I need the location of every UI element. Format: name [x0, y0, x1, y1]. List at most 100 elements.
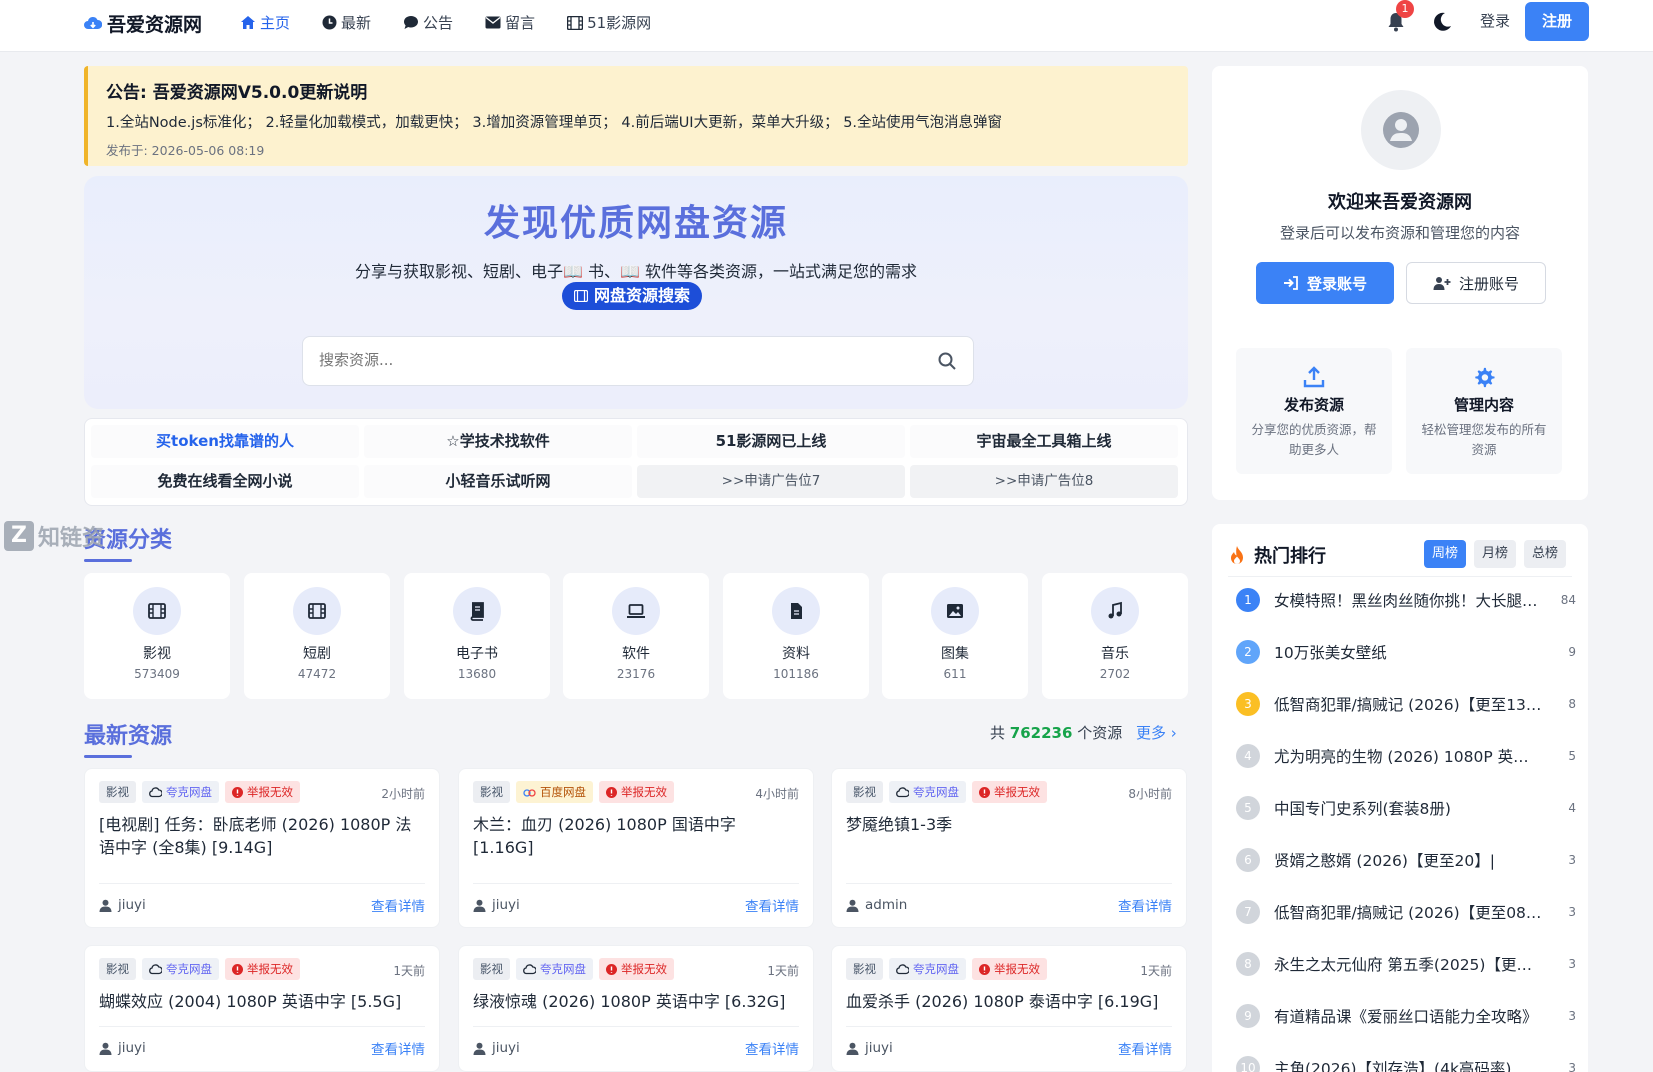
- alert-icon: [606, 963, 617, 975]
- login-account-button[interactable]: 登录账号: [1256, 262, 1394, 304]
- moon-icon[interactable]: [1430, 10, 1454, 34]
- view-detail-link[interactable]: 查看详情: [371, 1038, 425, 1058]
- total-count: 共 762236 个资源: [990, 722, 1122, 743]
- category-icon-circle: [931, 587, 979, 635]
- tab-monthly[interactable]: 月榜: [1474, 540, 1517, 568]
- tab-weekly[interactable]: 周榜: [1424, 540, 1467, 568]
- category-card[interactable]: 影视 573409: [84, 573, 230, 699]
- nav-label: 主页: [260, 14, 291, 32]
- publish-resource-card[interactable]: 发布资源 分享您的优质资源，帮助更多人: [1236, 348, 1392, 474]
- resource-title[interactable]: [电视剧] 任务：卧底老师 (2026) 1080P 法语中字 (全8集) [9…: [99, 813, 427, 859]
- report-tag[interactable]: 举报无效: [225, 781, 300, 803]
- resource-card[interactable]: 影视 夸克网盘 举报无效 8小时前 梦魇绝镇1-3季 admin 查看详情: [831, 768, 1187, 928]
- ad-slot-link[interactable]: >>申请广告位8: [910, 465, 1178, 498]
- ranking-item[interactable]: 2 10万张美女壁纸 9: [1236, 640, 1576, 664]
- rank-count: 3: [1568, 1009, 1576, 1023]
- view-detail-link[interactable]: 查看详情: [371, 895, 425, 915]
- nav-item-home[interactable]: 主页: [240, 12, 290, 33]
- report-tag[interactable]: 举报无效: [599, 781, 674, 803]
- resource-card[interactable]: 影视 百度网盘 举报无效 4小时前 木兰：血刃 (2026) 1080P 国语中…: [458, 768, 814, 928]
- category-card[interactable]: 软件 23176: [563, 573, 709, 699]
- report-tag[interactable]: 举报无效: [972, 781, 1047, 803]
- more-link[interactable]: 更多 ›: [1136, 722, 1177, 743]
- resource-time: 4小时前: [755, 787, 799, 801]
- resource-title[interactable]: 梦魇绝镇1-3季: [846, 813, 1174, 836]
- quick-link[interactable]: 51影源网已上线: [637, 425, 905, 458]
- category-card[interactable]: 电子书 13680: [404, 573, 550, 699]
- report-label: 举报无效: [994, 962, 1040, 976]
- resource-title[interactable]: 蝴蝶效应 (2004) 1080P 英语中字 [5.5G]: [99, 990, 427, 1013]
- resource-title[interactable]: 绿液惊魂 (2026) 1080P 英语中字 [6.32G]: [473, 990, 801, 1013]
- ranking-item[interactable]: 6 贤婿之憨婿 (2026)【更至20】| 3: [1236, 848, 1576, 872]
- resource-card[interactable]: 影视 夸克网盘 举报无效 1天前 蝴蝶效应 (2004) 1080P 英语中字 …: [84, 945, 440, 1072]
- rank-number: 8: [1236, 952, 1260, 976]
- ranking-item[interactable]: 4 尤为明亮的生物 (2026) 1080P 英语中字 5: [1236, 744, 1576, 768]
- nav-item-51yingyuan[interactable]: 51影源网: [567, 12, 651, 33]
- ranking-item[interactable]: 10 主角(2026)【刘存浩】(4k高码率) 3: [1236, 1056, 1576, 1072]
- tab-total[interactable]: 总榜: [1524, 540, 1567, 568]
- netdisk-search-pill[interactable]: 网盘资源搜索: [562, 282, 703, 310]
- register-button[interactable]: 注册: [1525, 2, 1589, 41]
- hero-subtitle: 分享与获取影视、短剧、电子📖 书、📖 软件等各类资源，一站式满足您的需求: [354, 262, 918, 281]
- author-name: jiuyi: [118, 897, 146, 913]
- feature-desc: 分享您的优质资源，帮助更多人: [1251, 422, 1377, 457]
- nav-item-latest[interactable]: 最新: [322, 12, 371, 33]
- nav-item-message[interactable]: 留言: [485, 12, 535, 33]
- resource-author: jiuyi: [99, 897, 146, 913]
- register-account-button[interactable]: 注册账号: [1406, 262, 1546, 304]
- category-icon-circle: [453, 587, 501, 635]
- category-card[interactable]: 音乐 2702: [1042, 573, 1188, 699]
- alert-icon: [232, 963, 243, 975]
- resource-card[interactable]: 影视 夸克网盘 举报无效 1天前 绿液惊魂 (2026) 1080P 英语中字 …: [458, 945, 814, 1072]
- disk-label: 百度网盘: [540, 785, 586, 799]
- view-detail-link[interactable]: 查看详情: [745, 895, 799, 915]
- category-card[interactable]: 资料 101186: [723, 573, 869, 699]
- quick-link[interactable]: ☆学技术找软件: [364, 425, 632, 458]
- quick-link[interactable]: 买token找靠谱的人: [91, 425, 359, 458]
- manage-content-card[interactable]: 管理内容 轻松管理您发布的所有资源: [1406, 348, 1562, 474]
- resource-author: jiuyi: [846, 1040, 893, 1056]
- login-link[interactable]: 登录: [1480, 10, 1510, 31]
- ad-slot-link[interactable]: >>申请广告位7: [637, 465, 905, 498]
- site-logo[interactable]: 吾爱资源网: [84, 10, 202, 37]
- resource-title[interactable]: 血爱杀手 (2026) 1080P 泰语中字 [6.19G]: [846, 990, 1174, 1013]
- quick-link[interactable]: 宇宙最全工具箱上线: [910, 425, 1178, 458]
- search-box: [302, 336, 974, 386]
- ranking-item[interactable]: 7 低智商犯罪/搞贼记 (2026)【更至08集】 3: [1236, 900, 1576, 924]
- feature-title: 管理内容: [1453, 396, 1514, 414]
- quick-link[interactable]: 小轻音乐试听网: [364, 465, 632, 498]
- view-detail-link[interactable]: 查看详情: [1118, 1038, 1172, 1058]
- ranking-item[interactable]: 3 低智商犯罪/搞贼记 (2026)【更至13集】 8: [1236, 692, 1576, 716]
- resource-card[interactable]: 影视 夸克网盘 举报无效 2小时前 [电视剧] 任务：卧底老师 (2026) 1…: [84, 768, 440, 928]
- category-card[interactable]: 图集 611: [882, 573, 1028, 699]
- search-icon[interactable]: [937, 351, 957, 371]
- category-name: 软件: [622, 646, 650, 662]
- resource-card[interactable]: 影视 夸克网盘 举报无效 1天前 血爱杀手 (2026) 1080P 泰语中字 …: [831, 945, 1187, 1072]
- report-tag[interactable]: 举报无效: [225, 958, 300, 980]
- quick-link[interactable]: 免费在线看全网小说: [91, 465, 359, 498]
- resource-title[interactable]: 木兰：血刃 (2026) 1080P 国语中字 [1.16G]: [473, 813, 801, 859]
- gear-icon: [1475, 367, 1495, 388]
- ranking-item[interactable]: 1 女模特照！黑丝肉丝随你挑！大长腿美女写真 84: [1236, 588, 1576, 612]
- alert-icon: [232, 786, 243, 798]
- report-tag[interactable]: 举报无效: [972, 958, 1047, 980]
- divider: [1228, 576, 1572, 577]
- resource-author: jiuyi: [99, 1040, 146, 1056]
- resource-time: 2小时前: [381, 787, 425, 801]
- view-detail-link[interactable]: 查看详情: [1118, 895, 1172, 915]
- nav-label: 51影源网: [587, 14, 652, 32]
- resource-author: admin: [846, 897, 907, 913]
- book-icon: [470, 602, 484, 621]
- search-input[interactable]: [319, 351, 919, 369]
- category-count: 2702: [1099, 667, 1131, 681]
- disk-tag: 夸克网盘: [142, 781, 219, 803]
- category-name: 图集: [941, 646, 969, 662]
- category-card[interactable]: 短剧 47472: [244, 573, 390, 699]
- user-icon: [99, 899, 112, 912]
- ranking-item[interactable]: 5 中国专门史系列(套装8册) 4: [1236, 796, 1576, 820]
- ranking-item[interactable]: 9 有道精品课《爱丽丝口语能力全攻略》 3: [1236, 1004, 1576, 1028]
- view-detail-link[interactable]: 查看详情: [745, 1038, 799, 1058]
- report-tag[interactable]: 举报无效: [599, 958, 674, 980]
- ranking-item[interactable]: 8 永生之太元仙府 第五季(2025)【更至08集】 3: [1236, 952, 1576, 976]
- nav-item-notice[interactable]: 公告: [403, 12, 453, 33]
